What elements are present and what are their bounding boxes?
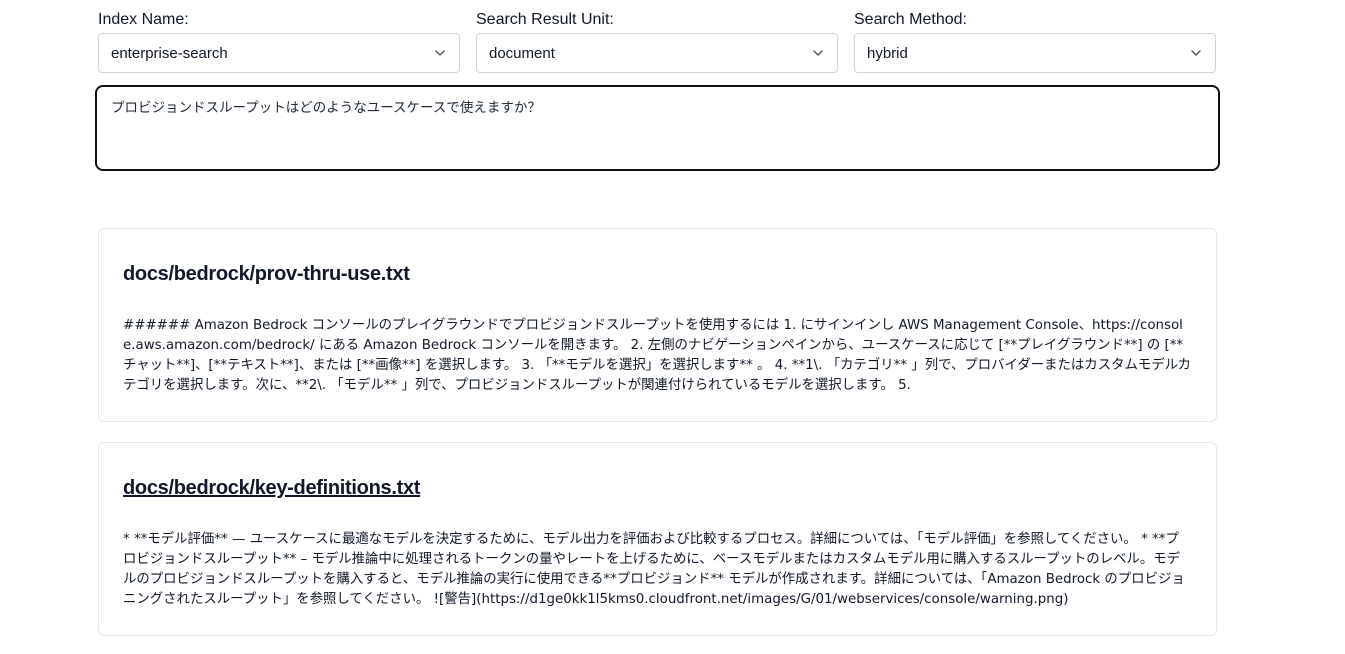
search-method-select[interactable]: hybrid — [854, 33, 1216, 73]
search-result-unit-label: Search Result Unit: — [476, 11, 614, 28]
result-snippet: ###### Amazon Bedrock コンソールのプレイグラウンドでプロビ… — [123, 318, 1192, 393]
chevron-down-icon — [1189, 46, 1203, 60]
index-name-value: enterprise-search — [111, 44, 228, 62]
result-card: docs/bedrock/key-definitions.txt * **モデル… — [98, 442, 1217, 636]
search-method-label: Search Method: — [854, 11, 967, 28]
search-result-unit-select[interactable]: document — [476, 33, 838, 73]
chevron-down-icon — [433, 46, 447, 60]
result-snippet: * **モデル評価** — ユースケースに最適なモデルを決定するために、モデル出… — [123, 532, 1185, 607]
search-options: Index Name: enterprise-search Search Res… — [98, 10, 1217, 73]
search-result-unit-field: Search Result Unit: document — [476, 10, 838, 73]
result-title-link[interactable]: docs/bedrock/key-definitions.txt — [123, 476, 1192, 500]
index-name-field: Index Name: enterprise-search — [98, 10, 460, 73]
search-page: Index Name: enterprise-search Search Res… — [0, 0, 1345, 654]
query-textarea[interactable]: プロビジョンドスループットはどのようなユースケースで使えますか？ — [95, 85, 1220, 171]
chevron-down-icon — [811, 46, 825, 60]
index-name-label: Index Name: — [98, 11, 189, 28]
search-method-field: Search Method: hybrid — [854, 10, 1216, 73]
result-title-link[interactable]: docs/bedrock/prov-thru-use.txt — [123, 262, 1192, 286]
result-card: docs/bedrock/prov-thru-use.txt ###### Am… — [98, 228, 1217, 422]
search-method-value: hybrid — [867, 44, 908, 62]
search-result-unit-value: document — [489, 44, 555, 62]
index-name-select[interactable]: enterprise-search — [98, 33, 460, 73]
